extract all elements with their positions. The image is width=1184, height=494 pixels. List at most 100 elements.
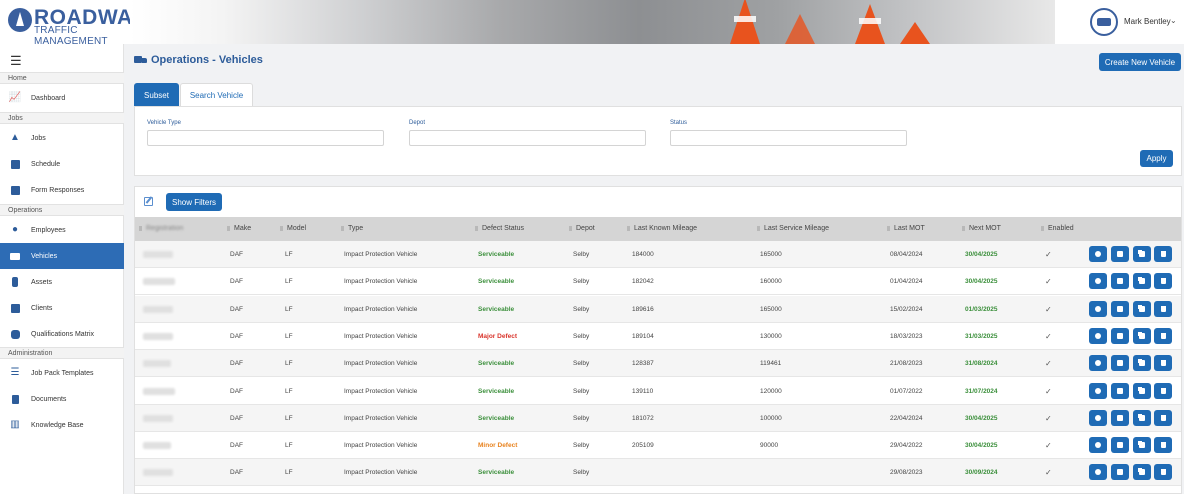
sidebar-item-form-responses[interactable]: Form Responses bbox=[0, 177, 124, 203]
sidebar-item-label: Knowledge Base bbox=[31, 421, 84, 429]
view-button[interactable] bbox=[1089, 437, 1107, 454]
copy-button[interactable] bbox=[1133, 409, 1151, 426]
last-service-cell: 130000 bbox=[760, 332, 782, 340]
sidebar-item-dashboard[interactable]: 📈 Dashboard bbox=[0, 85, 124, 111]
vehicle-type-select[interactable] bbox=[147, 130, 384, 146]
user-menu[interactable]: Mark Bentley ⌄ bbox=[1090, 8, 1180, 36]
chart-line-icon: 📈 bbox=[8, 92, 22, 103]
column-header-enabled[interactable]: Enabled bbox=[1041, 217, 1074, 241]
delete-button[interactable] bbox=[1154, 382, 1172, 399]
edit-button[interactable] bbox=[1111, 300, 1129, 317]
tab-subset[interactable]: Subset bbox=[134, 83, 179, 107]
sidebar-item-label: Qualifications Matrix bbox=[31, 330, 95, 338]
table-row: DAF LF Impact Protection Vehicle Minor Defe… bbox=[135, 432, 1181, 460]
column-header-registration[interactable]: Registration bbox=[139, 217, 183, 241]
show-filters-button[interactable]: Show Filters bbox=[166, 193, 222, 211]
certificate-icon bbox=[10, 329, 20, 339]
sidebar-item-schedule[interactable]: Schedule bbox=[0, 151, 124, 177]
edit-button[interactable] bbox=[1111, 327, 1129, 344]
edit-button[interactable] bbox=[1111, 437, 1129, 454]
delete-icon bbox=[1161, 442, 1166, 449]
copy-button[interactable] bbox=[1133, 464, 1151, 481]
view-icon bbox=[1095, 442, 1101, 449]
edit-button[interactable] bbox=[1111, 273, 1129, 290]
column-header-depot[interactable]: Depot bbox=[569, 217, 595, 241]
column-header-defect-status[interactable]: Defect Status bbox=[475, 217, 524, 241]
column-header-last-service-mileage[interactable]: Last Service Mileage bbox=[757, 217, 829, 241]
copy-button[interactable] bbox=[1133, 246, 1151, 262]
view-button[interactable] bbox=[1089, 300, 1107, 317]
column-header-model[interactable]: Model bbox=[280, 217, 306, 241]
type-cell: Impact Protection Vehicle bbox=[344, 278, 418, 286]
delete-button[interactable] bbox=[1154, 273, 1172, 290]
delete-button[interactable] bbox=[1154, 409, 1172, 426]
defect-cell: Serviceable bbox=[478, 469, 515, 477]
edit-columns-icon[interactable] bbox=[144, 197, 153, 206]
sidebar-item-jobs[interactable]: ▲ Jobs bbox=[0, 125, 124, 151]
last-service-cell: 160000 bbox=[760, 278, 782, 286]
column-header-type[interactable]: Type bbox=[341, 217, 363, 241]
sidebar-item-assets[interactable]: Assets bbox=[0, 269, 124, 295]
registration-cell-redacted bbox=[143, 278, 175, 286]
view-button[interactable] bbox=[1089, 409, 1107, 426]
table-row: DAF LF Impact Protection Vehicle Serviceabl… bbox=[135, 404, 1181, 432]
column-header-next-mot[interactable]: Next MOT bbox=[962, 217, 1001, 241]
column-header-last-mot[interactable]: Last MOT bbox=[887, 217, 925, 241]
edit-button[interactable] bbox=[1111, 246, 1129, 262]
copy-button[interactable] bbox=[1133, 382, 1151, 399]
sidebar-item-vehicles[interactable]: Vehicles bbox=[0, 243, 124, 269]
view-button[interactable] bbox=[1089, 464, 1107, 481]
last-mot-cell: 01/07/2022 bbox=[890, 387, 923, 395]
id-badge-icon bbox=[10, 303, 20, 313]
column-header-last-known-mileage[interactable]: Last Known Mileage bbox=[627, 217, 697, 241]
edit-button[interactable] bbox=[1111, 409, 1129, 426]
copy-icon bbox=[1139, 387, 1145, 394]
table-row: DAF LF Impact Protection Vehicle Serviceabl… bbox=[135, 295, 1181, 323]
edit-button[interactable] bbox=[1111, 382, 1129, 399]
traffic-cone-icon: ▲ bbox=[10, 132, 20, 143]
copy-button[interactable] bbox=[1133, 273, 1151, 290]
column-header-make[interactable]: Make bbox=[227, 217, 251, 241]
registration-cell-redacted bbox=[143, 387, 175, 395]
view-button[interactable] bbox=[1089, 382, 1107, 399]
menu-icon[interactable]: ☰ bbox=[10, 53, 22, 69]
status-label: Status bbox=[670, 120, 688, 126]
status-select[interactable] bbox=[670, 130, 907, 146]
sidebar-item-qualifications-matrix[interactable]: Qualifications Matrix bbox=[0, 321, 124, 347]
copy-button[interactable] bbox=[1133, 327, 1151, 344]
model-cell: LF bbox=[285, 387, 293, 395]
delete-button[interactable] bbox=[1154, 464, 1172, 481]
edit-button[interactable] bbox=[1111, 464, 1129, 481]
copy-button[interactable] bbox=[1133, 437, 1151, 454]
view-button[interactable] bbox=[1089, 273, 1107, 290]
copy-button[interactable] bbox=[1133, 300, 1151, 317]
sidebar-item-job-pack-templates[interactable]: ☰ Job Pack Templates bbox=[0, 360, 124, 386]
depot-select[interactable] bbox=[409, 130, 646, 146]
copy-button[interactable] bbox=[1133, 355, 1151, 372]
sidebar-item-employees[interactable]: ● Employees bbox=[0, 217, 124, 243]
sidebar-item-label: Documents bbox=[31, 395, 67, 403]
top-header: ROADWAY TRAFFIC MANAGEMENT Mark Bentley … bbox=[0, 0, 1184, 47]
model-cell: LF bbox=[285, 469, 293, 477]
view-button[interactable] bbox=[1089, 246, 1107, 262]
delete-button[interactable] bbox=[1154, 355, 1172, 372]
last-mot-cell: 08/04/2024 bbox=[890, 251, 923, 258]
create-new-vehicle-button[interactable]: Create New Vehicle bbox=[1099, 53, 1181, 71]
company-logo[interactable]: ROADWAY TRAFFIC MANAGEMENT bbox=[8, 6, 145, 47]
sidebar-item-documents[interactable]: Documents bbox=[0, 386, 124, 412]
cone-stripe bbox=[859, 18, 881, 24]
model-cell: LF bbox=[285, 442, 293, 450]
registration-cell-redacted bbox=[143, 360, 171, 368]
delete-button[interactable] bbox=[1154, 300, 1172, 317]
tab-search-vehicle[interactable]: Search Vehicle bbox=[180, 83, 253, 107]
sidebar-item-clients[interactable]: Clients bbox=[0, 295, 124, 321]
make-cell: DAF bbox=[230, 251, 243, 258]
delete-button[interactable] bbox=[1154, 246, 1172, 262]
apply-button[interactable]: Apply bbox=[1140, 150, 1173, 167]
delete-button[interactable] bbox=[1154, 437, 1172, 454]
edit-button[interactable] bbox=[1111, 355, 1129, 372]
delete-button[interactable] bbox=[1154, 327, 1172, 344]
sidebar-item-knowledge-base[interactable]: ▥ Knowledge Base bbox=[0, 412, 124, 438]
view-button[interactable] bbox=[1089, 327, 1107, 344]
view-button[interactable] bbox=[1089, 355, 1107, 372]
